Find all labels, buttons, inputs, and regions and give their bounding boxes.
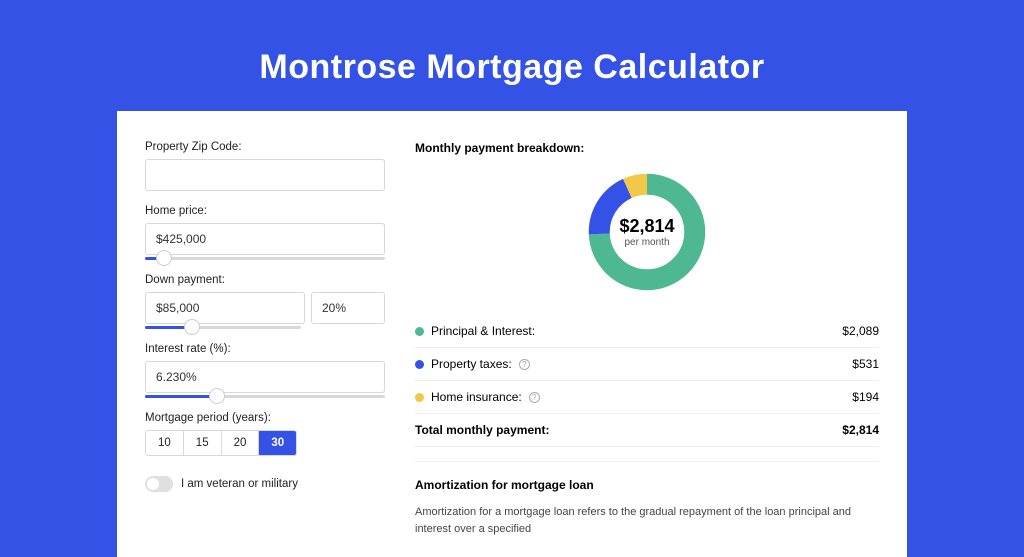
donut-center: $2,814 per month [584,169,710,295]
interest-slider[interactable] [145,395,385,398]
interest-field: Interest rate (%): [145,343,385,398]
period-10-button[interactable]: 10 [146,431,184,455]
zip-label: Property Zip Code: [145,141,385,153]
form-column: Property Zip Code: Home price: Down paym… [145,141,385,537]
zip-input[interactable] [145,159,385,191]
home-price-slider[interactable] [145,257,385,260]
zip-field: Property Zip Code: [145,141,385,191]
info-icon[interactable]: ? [519,359,530,370]
down-payment-field: Down payment: [145,274,385,329]
period-label: Mortgage period (years): [145,412,385,424]
total-value: $2,814 [842,423,879,437]
dot-icon [415,327,424,336]
donut-sub: per month [624,237,669,248]
breakdown-label: Principal & Interest: [431,324,535,338]
calculator-card: Property Zip Code: Home price: Down paym… [117,111,907,557]
period-15-button[interactable]: 15 [184,431,222,455]
interest-label: Interest rate (%): [145,343,385,355]
down-payment-pct-input[interactable] [311,292,385,324]
breakdown-row-insurance: Home insurance: ? $194 [415,381,879,414]
breakdown-row-taxes: Property taxes: ? $531 [415,348,879,381]
period-20-button[interactable]: 20 [222,431,260,455]
slider-thumb[interactable] [209,388,225,404]
breakdown-title: Monthly payment breakdown: [415,141,879,155]
interest-input[interactable] [145,361,385,393]
amortization-text: Amortization for a mortgage loan refers … [415,504,879,537]
breakdown-value: $531 [852,357,879,371]
veteran-toggle[interactable] [145,476,173,492]
down-payment-label: Down payment: [145,274,385,286]
page-title: Montrose Mortgage Calculator [0,0,1024,111]
period-buttons: 10 15 20 30 [145,430,297,456]
slider-thumb[interactable] [156,250,172,266]
breakdown-label: Home insurance: [431,390,522,404]
breakdown-value: $194 [852,390,879,404]
donut-amount: $2,814 [619,216,674,237]
breakdown-column: Monthly payment breakdown: $2,814 per mo… [415,141,879,537]
down-payment-slider[interactable] [145,326,301,329]
home-price-input[interactable] [145,223,385,255]
donut-chart-wrap: $2,814 per month [415,169,879,295]
breakdown-row-principal: Principal & Interest: $2,089 [415,315,879,348]
info-icon[interactable]: ? [529,392,540,403]
breakdown-label: Property taxes: [431,357,512,371]
breakdown-total-row: Total monthly payment: $2,814 [415,414,879,447]
period-30-button[interactable]: 30 [259,431,296,455]
total-label: Total monthly payment: [415,423,549,437]
slider-thumb[interactable] [184,319,200,335]
veteran-row: I am veteran or military [145,476,385,492]
breakdown-value: $2,089 [842,324,879,338]
veteran-label: I am veteran or military [181,478,298,490]
dot-icon [415,393,424,402]
amortization-section: Amortization for mortgage loan Amortizat… [415,461,879,537]
period-field: Mortgage period (years): 10 15 20 30 [145,412,385,456]
home-price-label: Home price: [145,205,385,217]
dot-icon [415,360,424,369]
amortization-title: Amortization for mortgage loan [415,478,879,492]
donut-chart: $2,814 per month [584,169,710,295]
down-payment-input[interactable] [145,292,305,324]
home-price-field: Home price: [145,205,385,260]
